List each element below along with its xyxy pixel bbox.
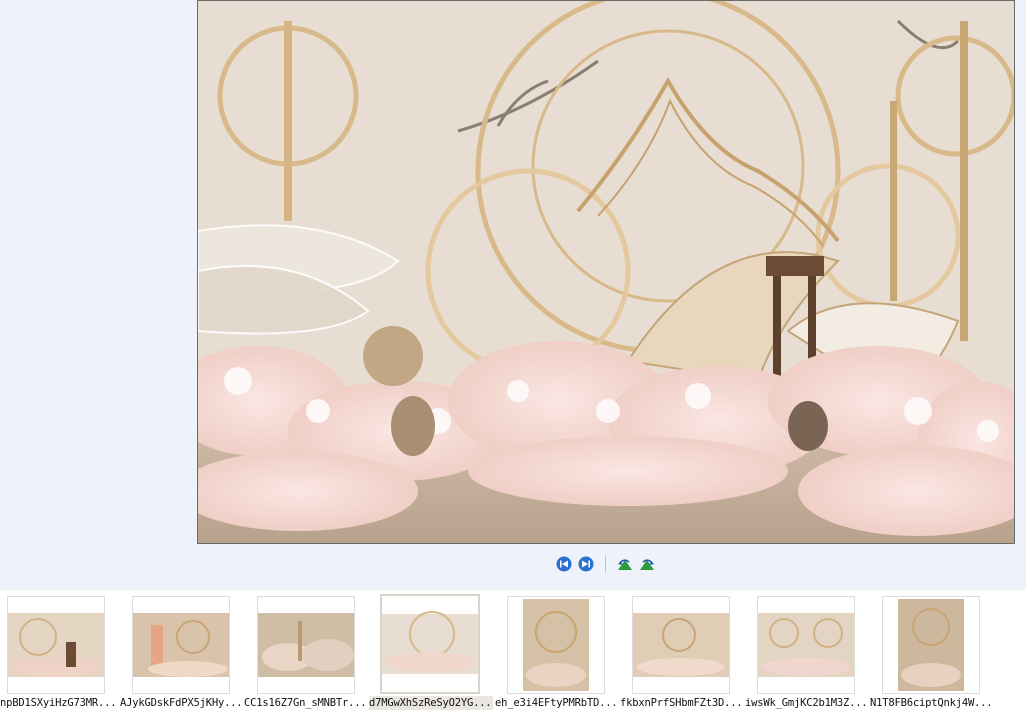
thumbnail-image bbox=[523, 599, 589, 691]
viewer-area bbox=[0, 0, 1026, 590]
thumbnail-7[interactable] bbox=[757, 596, 855, 694]
skip-previous-icon bbox=[556, 556, 572, 572]
thumbnail-3[interactable] bbox=[257, 596, 355, 694]
thumbnail-caption[interactable]: fkbxnPrfSHbmFZt3D... bbox=[620, 696, 744, 710]
thumbnail-caption[interactable]: iwsWk_GmjKC2b1M3Z... bbox=[745, 696, 869, 710]
thumbnail-image bbox=[382, 611, 478, 674]
thumbnail-caption[interactable]: CC1s16Z7Gn_sMNBTr... bbox=[244, 696, 368, 710]
thumbnail-1[interactable] bbox=[7, 596, 105, 694]
thumbnail-caption[interactable]: N1T8FB6ciptQnkj4W... bbox=[870, 696, 994, 710]
thumbnail-caption[interactable]: eh_e3i4EFtyPMRbTD... bbox=[495, 696, 619, 710]
thumbnail-5[interactable] bbox=[507, 596, 605, 694]
main-image bbox=[197, 0, 1015, 544]
next-image-button[interactable] bbox=[577, 555, 595, 573]
thumbnail-image bbox=[258, 613, 354, 677]
thumbnail-8[interactable] bbox=[882, 596, 980, 694]
rotate-left-button[interactable] bbox=[616, 555, 634, 573]
toolbar-divider bbox=[605, 555, 606, 573]
thumbnail-6[interactable] bbox=[632, 596, 730, 694]
rotate-right-icon bbox=[640, 559, 654, 570]
thumbnail-caption[interactable]: npBD1SXyiHzG73MR... bbox=[0, 696, 124, 710]
thumbnail-strip: npBD1SXyiHzG73MR... AJykGDskFdPX5jKHy...… bbox=[0, 590, 1026, 715]
thumbnail-2[interactable] bbox=[132, 596, 230, 694]
main-photo bbox=[198, 1, 1014, 543]
rotate-right-button[interactable] bbox=[638, 555, 656, 573]
thumbnail-caption[interactable]: AJykGDskFdPX5jKHy... bbox=[120, 696, 244, 710]
rotate-left-icon bbox=[618, 559, 632, 570]
thumbnail-image bbox=[633, 613, 729, 677]
thumbnail-caption[interactable]: d7MGwXhSzReSyO2YG... bbox=[369, 696, 493, 710]
thumbnail-image bbox=[758, 613, 854, 677]
skip-next-icon bbox=[578, 556, 594, 572]
viewer-toolbar bbox=[555, 553, 656, 575]
previous-image-button[interactable] bbox=[555, 555, 573, 573]
thumbnail-4-selected[interactable] bbox=[380, 594, 480, 694]
thumbnail-image bbox=[898, 599, 964, 691]
thumbnail-image bbox=[8, 613, 104, 677]
thumbnail-image bbox=[133, 613, 229, 677]
